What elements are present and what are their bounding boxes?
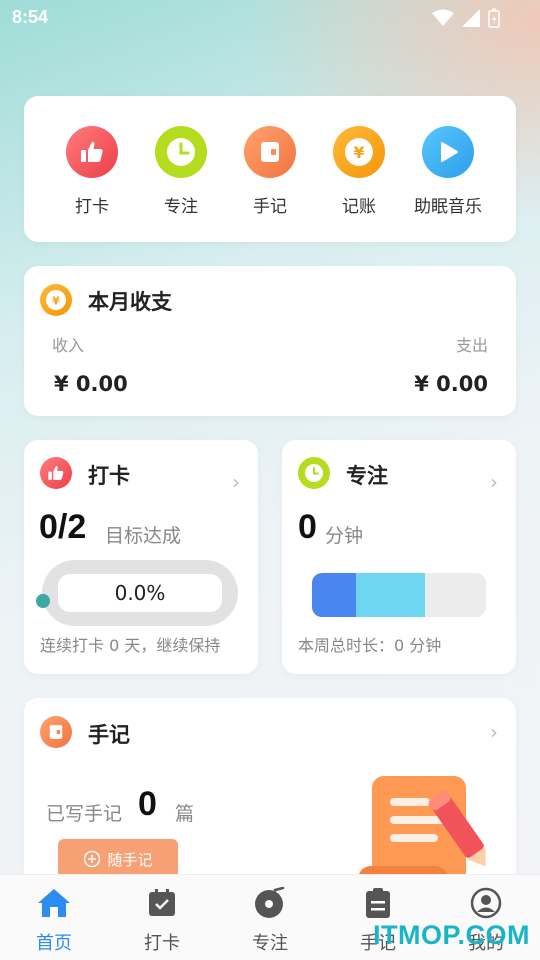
checkin-target-label: 目标达成 [105, 525, 182, 547]
nav-label: 首页 [36, 933, 72, 954]
chevron-right-icon: › [490, 720, 498, 744]
calendar-check-icon [144, 885, 180, 921]
nav-focus[interactable]: 专注 [216, 885, 324, 955]
focus-unit: 分钟 [325, 525, 364, 547]
yen-coin-icon: ¥ [40, 284, 72, 316]
quick-action-sleep-music[interactable]: 助眠音乐 [403, 126, 493, 217]
plus-circle-icon [84, 850, 101, 868]
play-icon [422, 126, 474, 178]
nav-label: 专注 [252, 933, 288, 954]
quick-actions-card: 打卡 专注 手记 ¥ 记账 助眠音乐 [24, 96, 516, 242]
quick-action-notes[interactable]: 手记 [225, 126, 315, 217]
focus-week-total: 本周总时长：0 分钟 [298, 636, 442, 655]
quick-action-label: 专注 [164, 197, 198, 217]
status-bar: 8:54 [0, 0, 540, 36]
thumbs-up-icon [40, 457, 72, 489]
nav-checkin[interactable]: 打卡 [108, 885, 216, 955]
income-label: 收入 [52, 336, 85, 355]
focus-card[interactable]: 专注 › 0 分钟 本周总时长：0 分钟 [282, 440, 516, 674]
nav-home[interactable]: 首页 [0, 885, 108, 955]
quick-action-label: 手记 [253, 197, 287, 217]
progress-indicator-dot [36, 594, 50, 608]
income-value: ¥ 0.00 [54, 372, 128, 396]
checkin-count: 0/2 [39, 508, 87, 546]
wifi-icon [432, 9, 454, 26]
notes-written-label: 已写手记 [46, 803, 123, 825]
status-time: 8:54 [12, 7, 49, 27]
expense-label: 支出 [455, 336, 488, 355]
checkin-percent: 0.0% [58, 574, 222, 612]
chevron-right-icon: › [232, 470, 240, 494]
bar-segment [356, 573, 425, 617]
battery-icon [488, 8, 500, 28]
notes-count: 0 [138, 785, 157, 823]
notebook-icon [244, 126, 296, 178]
profile-icon [468, 885, 504, 921]
focus-minutes: 0 [298, 508, 317, 546]
checkin-streak-text: 连续打卡 0 天，继续保持 [40, 636, 221, 655]
quick-action-label: 记账 [342, 197, 376, 217]
home-icon [36, 885, 72, 921]
signal-icon [462, 9, 480, 27]
expense-value: ¥ 0.00 [414, 372, 488, 396]
notes-card[interactable]: 手记 › 已写手记 0 篇 随手记 [24, 698, 516, 898]
yen-coin-icon: ¥ [333, 126, 385, 178]
notes-unit: 篇 [175, 803, 195, 825]
notebook-icon [40, 716, 72, 748]
notebook-list-icon [360, 885, 396, 921]
quick-action-label: 助眠音乐 [414, 197, 482, 217]
site-watermark: ITMOP.COM [372, 920, 530, 950]
monthly-title: 本月收支 [88, 290, 172, 314]
weekly-focus-bar [312, 573, 486, 617]
clock-icon [298, 457, 330, 489]
notes-title: 手记 [88, 723, 130, 747]
quick-action-label: 打卡 [75, 197, 109, 217]
svg-text:¥: ¥ [353, 143, 364, 162]
svg-text:¥: ¥ [52, 295, 60, 308]
focus-title: 专注 [346, 464, 388, 488]
vinyl-disc-icon [252, 885, 288, 921]
nav-label: 打卡 [144, 933, 180, 954]
clock-icon [155, 126, 207, 178]
thumbs-up-icon [66, 126, 118, 178]
monthly-balance-card[interactable]: ¥ 本月收支 收入 支出 ¥ 0.00 ¥ 0.00 [24, 266, 516, 416]
quick-action-focus[interactable]: 专注 [136, 126, 226, 217]
chevron-right-icon: › [490, 470, 498, 494]
quick-note-button[interactable]: 随手记 [58, 839, 178, 879]
checkin-card[interactable]: 打卡 › 0/2 目标达成 0.0% 连续打卡 0 天，继续保持 [24, 440, 258, 674]
checkin-title: 打卡 [88, 464, 130, 488]
bar-segment [312, 573, 356, 617]
quick-note-label: 随手记 [107, 850, 153, 869]
quick-action-accounting[interactable]: ¥ 记账 [314, 126, 404, 217]
quick-action-checkin[interactable]: 打卡 [47, 126, 137, 217]
checkin-progress-ring: 0.0% [36, 560, 238, 626]
